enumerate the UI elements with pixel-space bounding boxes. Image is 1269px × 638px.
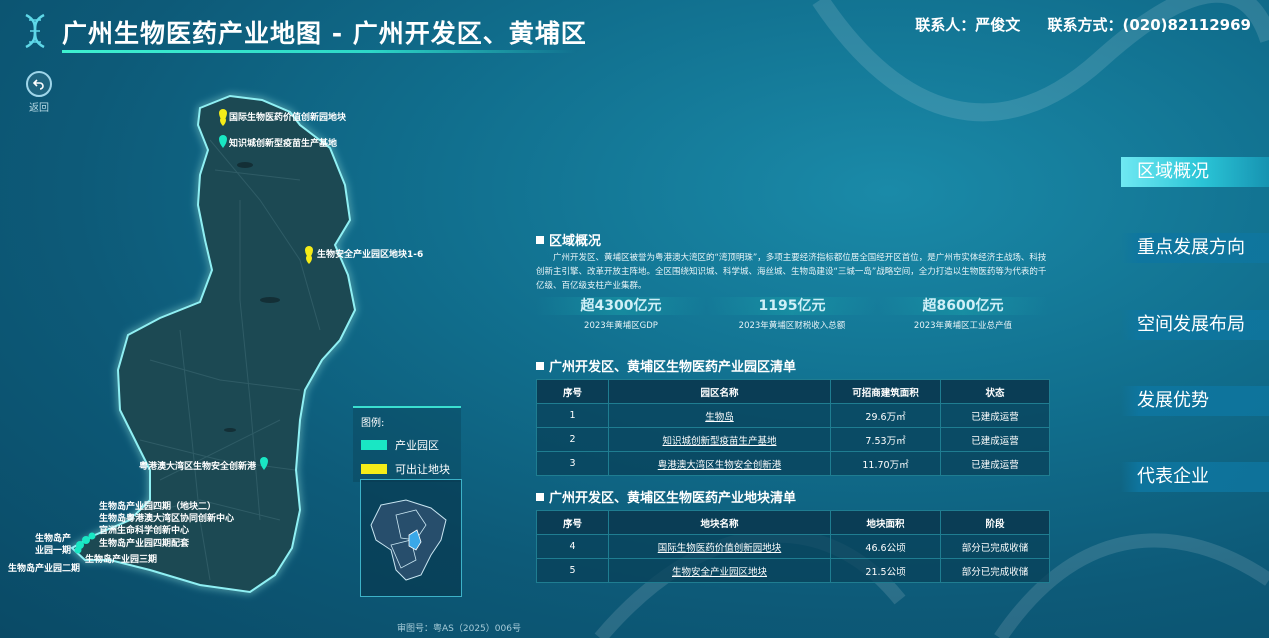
parks-cell-status: 已建成运营 xyxy=(940,427,1050,452)
table-row: 1 生物岛 29.6万㎡ 已建成运营 xyxy=(536,403,1050,428)
marker-label-4: 粤港澳大湾区生物安全创新港 xyxy=(139,460,257,472)
plots-cell-no: 4 xyxy=(536,534,609,559)
parks-header-name: 园区名称 xyxy=(608,379,831,404)
marker-label-9: 生物岛产 xyxy=(35,532,71,544)
contact-info: 联系人：严俊文 联系方式：(020)82112969 xyxy=(893,14,1251,35)
overview-minimap[interactable] xyxy=(360,479,462,597)
overview-text: 广州开发区、黄埔区被誉为粤港澳大湾区的“湾顶明珠”，多项主要经济指标都位居全国经… xyxy=(536,253,1047,291)
legend-item-park: 产业园区 xyxy=(361,437,461,453)
contact-phone: 联系方式：(020)82112969 xyxy=(1047,16,1251,34)
parks-table-title: 广州开发区、黄埔区生物医药产业园区清单 xyxy=(536,356,796,375)
legend-label-plot: 可出让地块 xyxy=(395,463,450,476)
stat-industry: 超8600亿元 2023年黄埔区工业总产值 xyxy=(878,297,1048,331)
plots-cell-stage: 部分已完成收储 xyxy=(940,558,1050,583)
marker-label-12: 生物岛产业园二期 xyxy=(8,562,80,574)
table-row: 4 国际生物医药价值创新园地块 46.6公顷 部分已完成收储 xyxy=(536,534,1050,559)
table-row: 2 知识城创新型疫苗生产基地 7.53万㎡ 已建成运营 xyxy=(536,427,1050,452)
header-bar: 广州生物医药产业地图 - 广州开发区、黄埔区 联系人：严俊文 联系方式：(020… xyxy=(0,0,1269,60)
table-row: 3 粤港澳大湾区生物安全创新港 11.70万㎡ 已建成运营 xyxy=(536,451,1050,476)
plots-cell-stage: 部分已完成收储 xyxy=(940,534,1050,559)
table-row: 5 生物安全产业园区地块 21.5公顷 部分已完成收储 xyxy=(536,558,1050,583)
title-underline xyxy=(62,50,576,53)
parks-cell-status: 已建成运营 xyxy=(940,403,1050,428)
marker-label-8: 生物岛产业园四期配套 xyxy=(99,537,190,549)
plots-header-area: 地块面积 xyxy=(830,510,941,535)
parks-cell-no: 1 xyxy=(536,403,609,428)
parks-header-no: 序号 xyxy=(536,379,609,404)
plots-header-stage: 阶段 xyxy=(940,510,1050,535)
minimap-graphic xyxy=(370,499,447,581)
marker-label-5: 生物岛产业园四期（地块二） xyxy=(99,500,216,512)
plots-link-name[interactable]: 生物安全产业园区地块 xyxy=(608,558,831,583)
marker-label-11: 生物岛产业园三期 xyxy=(85,553,157,565)
parks-cell-status: 已建成运营 xyxy=(940,451,1050,476)
stat-gdp-label: 2023年黄埔区GDP xyxy=(584,321,658,331)
parks-link-name[interactable]: 知识城创新型疫苗生产基地 xyxy=(608,427,831,452)
plots-header-name: 地块名称 xyxy=(608,510,831,535)
legend-item-plot: 可出让地块 xyxy=(361,461,461,477)
parks-cell-area: 11.70万㎡ xyxy=(830,451,941,476)
contact-person: 联系人：严俊文 xyxy=(915,16,1021,34)
dna-logo-icon xyxy=(25,13,45,49)
stat-tax: 1195亿元 2023年黄埔区财税收入总额 xyxy=(707,297,877,331)
marker-label-1: 国际生物医药价值创新园地块 xyxy=(229,111,347,123)
parks-table-header: 序号 园区名称 可招商建筑面积 状态 xyxy=(536,379,1050,404)
nav-advantages[interactable]: 发展优势 xyxy=(1121,386,1269,416)
stat-industry-label: 2023年黄埔区工业总产值 xyxy=(913,321,1013,331)
stat-tax-value: 1195亿元 xyxy=(707,297,877,315)
stat-gdp: 超4300亿元 2023年黄埔区GDP xyxy=(536,297,706,331)
parks-cell-area: 29.6万㎡ xyxy=(830,403,941,428)
parks-link-name[interactable]: 生物岛 xyxy=(608,403,831,428)
plots-link-name[interactable]: 国际生物医药价值创新园地块 xyxy=(608,534,831,559)
parks-header-area: 可招商建筑面积 xyxy=(830,379,941,404)
nav-key-directions[interactable]: 重点发展方向 xyxy=(1121,233,1269,263)
parks-table: 序号 园区名称 可招商建筑面积 状态 1 生物岛 29.6万㎡ 已建成运营 2 … xyxy=(536,379,1050,476)
parks-link-name[interactable]: 粤港澳大湾区生物安全创新港 xyxy=(608,451,831,476)
marker-label-7: 官洲生命科学创新中心 xyxy=(99,524,189,536)
legend-title: 图例: xyxy=(361,418,385,429)
plots-table: 序号 地块名称 地块面积 阶段 4 国际生物医药价值创新园地块 46.6公顷 部… xyxy=(536,510,1050,583)
parks-header-status: 状态 xyxy=(940,379,1050,404)
plots-table-title: 广州开发区、黄埔区生物医药产业地块清单 xyxy=(536,487,796,506)
marker-label-3: 生物安全产业园区地块1-6 xyxy=(317,248,423,260)
marker-label-6: 生物岛粤港澳大湾区协同创新中心 xyxy=(99,512,234,524)
page-title: 广州生物医药产业地图 - 广州开发区、黄埔区 xyxy=(62,19,587,48)
map-review-number: 审图号：粤AS（2025）006号 xyxy=(397,624,521,634)
plots-header-no: 序号 xyxy=(536,510,609,535)
legend-label-park: 产业园区 xyxy=(395,439,439,452)
plots-cell-area: 46.6公顷 xyxy=(830,534,941,559)
stat-industry-value: 超8600亿元 xyxy=(878,297,1048,315)
stats-row: 超4300亿元 2023年黄埔区GDP 1195亿元 2023年黄埔区财税收入总… xyxy=(536,297,1048,337)
stat-gdp-value: 超4300亿元 xyxy=(536,297,706,315)
stat-tax-label: 2023年黄埔区财税收入总额 xyxy=(738,321,846,331)
map-legend: 图例: 产业园区 可出让地块 xyxy=(353,406,461,482)
parks-cell-area: 7.53万㎡ xyxy=(830,427,941,452)
marker-label-10: 业园一期 xyxy=(35,544,71,556)
legend-swatch-plot xyxy=(361,464,387,474)
nav-spatial-layout[interactable]: 空间发展布局 xyxy=(1121,310,1269,340)
plots-cell-no: 5 xyxy=(536,558,609,583)
parks-cell-no: 3 xyxy=(536,451,609,476)
nav-representative-enterprises[interactable]: 代表企业 xyxy=(1121,462,1269,492)
parks-cell-no: 2 xyxy=(536,427,609,452)
nav-region-overview[interactable]: 区域概况 xyxy=(1121,157,1269,187)
overview-title: 区域概况 xyxy=(536,230,601,249)
plots-cell-area: 21.5公顷 xyxy=(830,558,941,583)
marker-label-2: 知识城创新型疫苗生产基地 xyxy=(228,137,337,149)
plots-table-header: 序号 地块名称 地块面积 阶段 xyxy=(536,510,1050,535)
legend-swatch-park xyxy=(361,440,387,450)
